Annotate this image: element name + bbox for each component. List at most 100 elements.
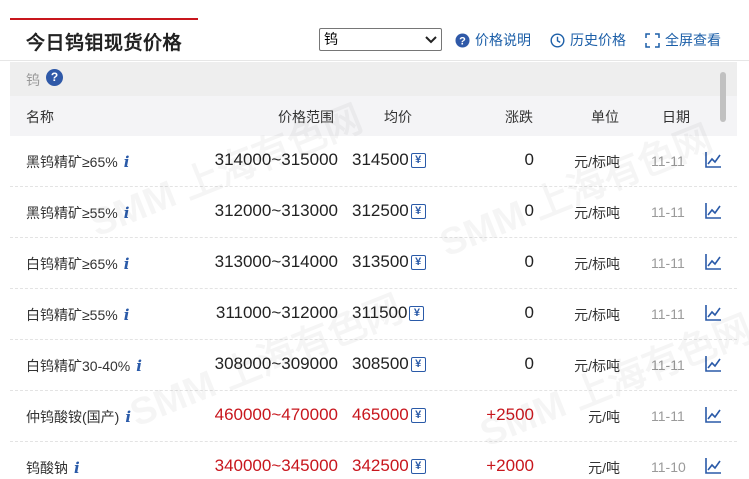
table-row: 白钨精矿30-40% i 308000~309000 308500 ¥0 元/标吨 11-1… xyxy=(10,340,737,391)
col-name: 名称 xyxy=(26,109,54,125)
product-name: 白钨精矿30-40% i xyxy=(26,356,142,376)
trend-chart-icon[interactable] xyxy=(704,202,722,220)
info-icon[interactable]: i xyxy=(124,255,130,273)
info-icon[interactable]: i xyxy=(124,204,130,222)
price-explanation-label: 价格说明 xyxy=(475,32,531,48)
trend-chart-icon[interactable] xyxy=(704,355,722,373)
price-range: 312000~313000 xyxy=(214,201,338,220)
yen-icon[interactable]: ¥ xyxy=(410,203,426,219)
table-row: 钨酸钠 i 340000~345000 342500 ¥ +2000 元/吨 11-10 xyxy=(10,442,737,479)
average-price-value: 311500 xyxy=(352,303,408,322)
trend-chart-icon[interactable] xyxy=(704,406,722,424)
average-price-value: 342500 xyxy=(352,456,409,475)
price-date: 11-11 xyxy=(651,255,685,271)
fullscreen-label: 全屏查看 xyxy=(665,32,721,48)
price-range: 311000~312000 xyxy=(215,303,338,322)
average-price: 312500 ¥ xyxy=(352,201,426,221)
col-avg: 均价 xyxy=(384,109,412,125)
price-change: +2000 xyxy=(486,456,534,475)
product-name: 仲钨酸铵(国产) i xyxy=(26,407,131,427)
product-name-label: 白钨精矿≥65% xyxy=(26,256,118,272)
price-date: 11-11 xyxy=(651,153,685,169)
trend-chart-icon[interactable] xyxy=(704,253,722,271)
page-title: 今日钨钼现货价格 xyxy=(26,33,183,54)
col-change: 涨跌 xyxy=(505,109,533,125)
price-date: 11-11 xyxy=(651,204,685,220)
svg-text:?: ? xyxy=(459,35,466,47)
question-circle-icon: ? xyxy=(455,33,470,47)
price-unit: 元/标吨 xyxy=(574,205,620,221)
panel-header: 今日钨钼现货价格 钨 ? 价格说明 历史价格 全屏查看 xyxy=(0,0,749,61)
title-accent-bar xyxy=(10,18,198,20)
fullscreen-link[interactable]: 全屏查看 xyxy=(645,31,721,49)
yen-icon[interactable]: ¥ xyxy=(410,254,426,270)
price-date: 11-11 xyxy=(651,408,685,424)
scrollbar-thumb[interactable] xyxy=(720,72,726,122)
metal-select[interactable]: 钨 xyxy=(319,28,442,51)
average-price: 311500 ¥ xyxy=(352,303,425,323)
price-unit: 元/吨 xyxy=(588,460,620,476)
average-price: 342500 ¥ xyxy=(352,456,426,476)
product-name: 白钨精矿≥65% i xyxy=(26,254,129,274)
product-name-label: 仲钨酸铵(国产) xyxy=(26,409,120,425)
product-name-label: 钨酸钠 xyxy=(26,460,68,476)
product-name: 钨酸钠 i xyxy=(26,458,80,478)
yen-icon[interactable]: ¥ xyxy=(410,458,426,474)
yen-icon[interactable]: ¥ xyxy=(410,152,426,168)
average-price-value: 312500 xyxy=(352,201,409,220)
help-icon[interactable]: ? xyxy=(46,69,63,86)
info-icon[interactable]: i xyxy=(124,306,130,324)
trend-chart-icon[interactable] xyxy=(704,304,722,322)
trend-chart-icon[interactable] xyxy=(704,151,722,169)
info-icon[interactable]: i xyxy=(125,408,131,426)
yen-icon[interactable]: ¥ xyxy=(409,305,425,321)
section-label: 钨 xyxy=(26,72,40,88)
history-price-label: 历史价格 xyxy=(570,32,626,48)
table-row: 白钨精矿≥65% i 313000~314000 313500 ¥0 元/标吨 11-11 xyxy=(10,238,737,289)
product-name-label: 白钨精矿≥55% xyxy=(26,307,118,323)
average-price: 314500 ¥ xyxy=(352,150,426,170)
info-icon[interactable]: i xyxy=(74,459,80,477)
table-row: 黑钨精矿≥65% i 314000~315000 314500 ¥0 元/标吨 11-11 xyxy=(10,136,737,187)
price-change: 0 xyxy=(524,354,534,373)
price-range: 313000~314000 xyxy=(214,252,338,271)
price-unit: 元/吨 xyxy=(588,409,620,425)
average-price-value: 314500 xyxy=(352,150,409,169)
price-change: 0 xyxy=(524,201,534,220)
price-change: 0 xyxy=(524,303,534,322)
history-price-link[interactable]: 历史价格 xyxy=(550,31,626,49)
price-explanation-link[interactable]: ? 价格说明 xyxy=(455,31,531,49)
average-price-value: 313500 xyxy=(352,252,409,271)
clock-icon xyxy=(550,32,565,48)
fullscreen-icon xyxy=(645,32,660,48)
yen-icon[interactable]: ¥ xyxy=(410,356,426,372)
average-price-value: 308500 xyxy=(352,354,409,373)
price-date: 11-10 xyxy=(651,459,686,475)
average-price-value: 465000 xyxy=(352,405,409,424)
price-change: +2500 xyxy=(486,405,534,424)
product-name: 黑钨精矿≥55% i xyxy=(26,203,129,223)
table-row: 白钨精矿≥55% i 311000~312000 311500 ¥0 元/标吨 11-11 xyxy=(10,289,737,340)
price-change: 0 xyxy=(524,252,534,271)
price-unit: 元/标吨 xyxy=(574,358,620,374)
average-price: 465000 ¥ xyxy=(352,405,426,425)
chevron-down-icon xyxy=(425,36,437,44)
metal-section-bar: 钨 ? xyxy=(10,62,737,96)
price-range: 308000~309000 xyxy=(214,354,338,373)
average-price: 313500 ¥ xyxy=(352,252,426,272)
product-name-label: 黑钨精矿≥55% xyxy=(26,205,118,221)
price-date: 11-11 xyxy=(651,306,685,322)
trend-chart-icon[interactable] xyxy=(704,457,722,475)
product-name: 黑钨精矿≥65% i xyxy=(26,152,129,172)
price-range: 314000~315000 xyxy=(214,150,338,169)
price-unit: 元/标吨 xyxy=(574,307,620,323)
metal-select-value: 钨 xyxy=(324,31,338,47)
col-range: 价格范围 xyxy=(278,109,334,125)
yen-icon[interactable]: ¥ xyxy=(410,407,426,423)
info-icon[interactable]: i xyxy=(136,357,142,375)
product-name-label: 白钨精矿30-40% xyxy=(26,358,131,374)
info-icon[interactable]: i xyxy=(124,153,130,171)
price-range: 460000~470000 xyxy=(214,405,338,424)
price-change: 0 xyxy=(524,150,534,169)
product-name-label: 黑钨精矿≥65% xyxy=(26,154,118,170)
